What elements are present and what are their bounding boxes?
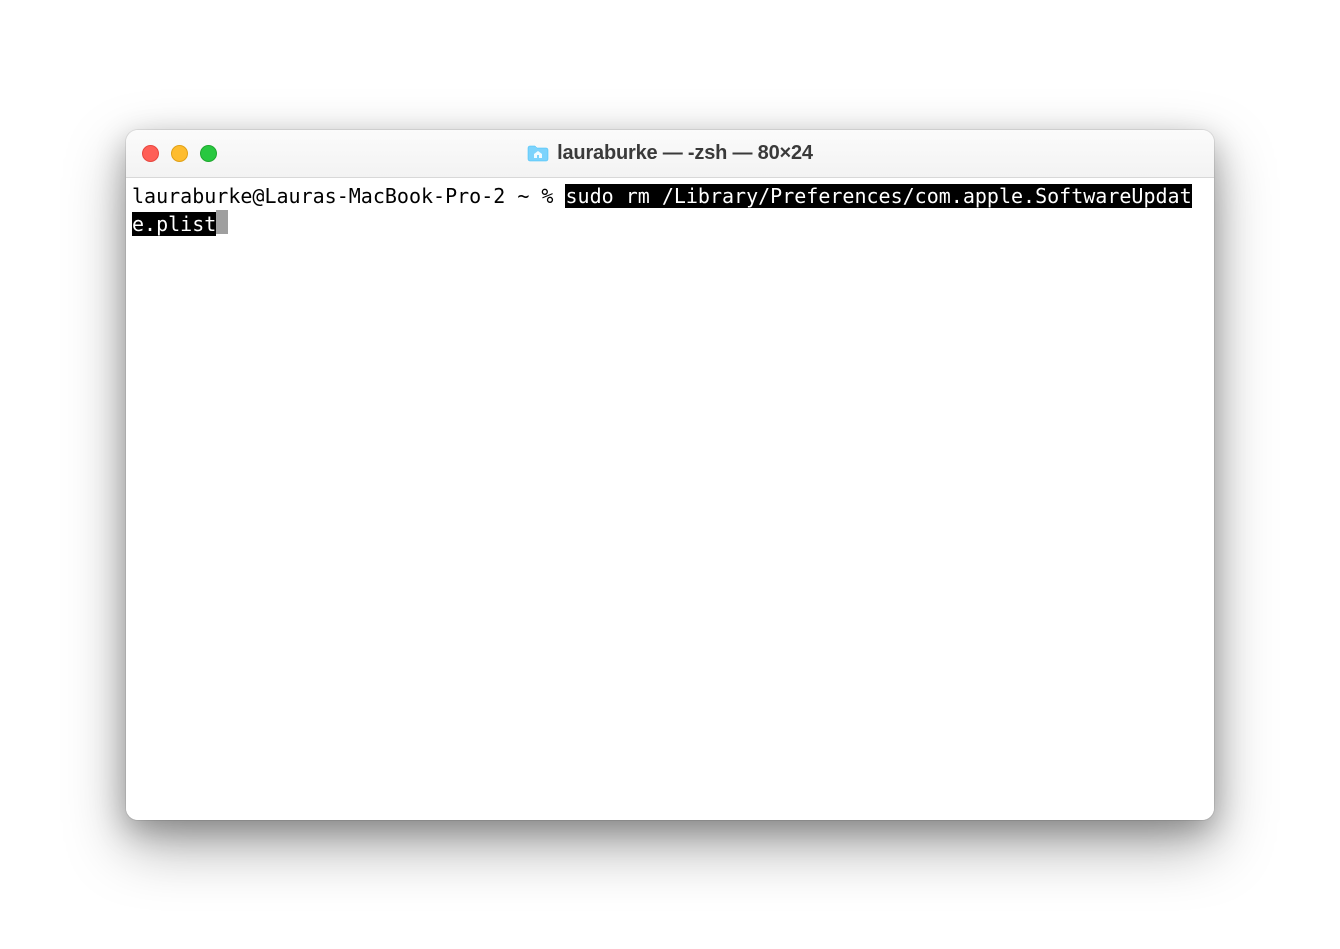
- window-title: lauraburke — -zsh — 80×24: [557, 142, 813, 165]
- titlebar[interactable]: lauraburke — -zsh — 80×24: [126, 130, 1214, 178]
- minimize-button[interactable]: [171, 145, 188, 162]
- shell-prompt: lauraburke@Lauras-MacBook-Pro-2 ~ %: [132, 184, 565, 208]
- close-button[interactable]: [142, 145, 159, 162]
- traffic-lights: [142, 145, 217, 162]
- zoom-button[interactable]: [200, 145, 217, 162]
- terminal-window: lauraburke — -zsh — 80×24 lauraburke@Lau…: [126, 130, 1214, 820]
- terminal-content[interactable]: lauraburke@Lauras-MacBook-Pro-2 ~ % sudo…: [126, 178, 1214, 820]
- title-area: lauraburke — -zsh — 80×24: [126, 142, 1214, 165]
- terminal-cursor: [216, 210, 228, 234]
- home-folder-icon: [527, 144, 549, 162]
